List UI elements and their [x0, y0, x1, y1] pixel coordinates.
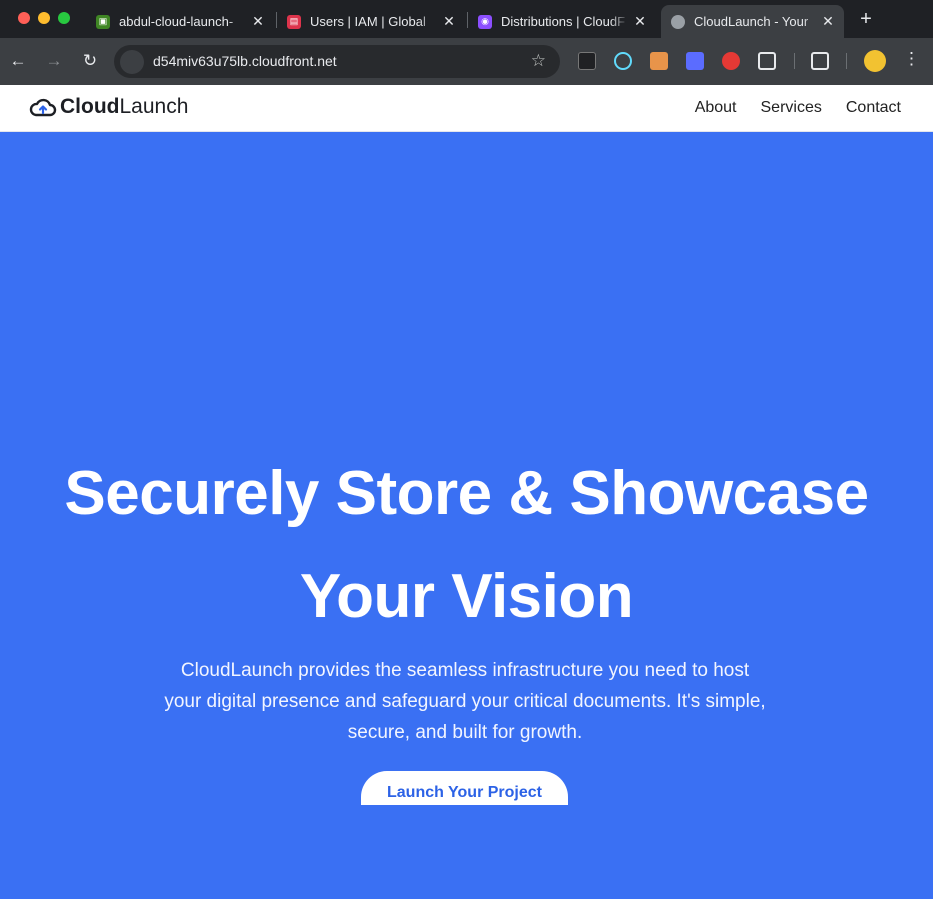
browser-toolbar: ← → ↻ d54miv63u75lb.cloudfront.net ☆ ⋮ — [0, 38, 933, 85]
extension-icon[interactable] — [650, 52, 668, 70]
main-nav: About Services Contact — [695, 99, 901, 117]
tab-search-icon[interactable] — [811, 52, 829, 70]
url-text[interactable]: d54miv63u75lb.cloudfront.net — [153, 53, 337, 69]
hero-title-line-2: Your Vision — [299, 562, 634, 631]
toolbar-separator — [846, 53, 847, 69]
close-tab-icon[interactable]: ✕ — [441, 13, 457, 30]
tab-cloudlaunch[interactable]: CloudLaunch - Your ✕ — [661, 5, 844, 38]
tab-iam[interactable]: ▤ Users | IAM | Global ✕ — [279, 5, 465, 38]
bookmark-star-icon[interactable]: ☆ — [531, 51, 546, 71]
minimize-window-button[interactable] — [38, 12, 50, 24]
hero-section: Securely Store & Showcase Your Vision Cl… — [0, 132, 933, 899]
logo-text-bold: Cloud — [60, 95, 120, 118]
extension-icon[interactable] — [686, 52, 704, 70]
puzzle-extensions-icon[interactable] — [758, 52, 776, 70]
site-settings-icon[interactable] — [120, 50, 144, 74]
tab-title: Distributions | CloudF — [501, 14, 626, 29]
close-tab-icon[interactable]: ✕ — [250, 13, 266, 30]
globe-icon — [671, 14, 685, 29]
browser-titlebar: ▣ abdul-cloud-launch- ✕ ▤ Users | IAM | … — [0, 0, 933, 38]
profile-avatar[interactable] — [864, 50, 886, 72]
tab-title: abdul-cloud-launch- — [119, 14, 234, 29]
tab-title: Users | IAM | Global — [310, 14, 426, 29]
close-tab-icon[interactable]: ✕ — [820, 13, 836, 30]
cloud-upload-icon — [29, 98, 57, 117]
back-icon[interactable]: ← — [7, 50, 29, 72]
launch-project-button[interactable]: Launch Your Project — [361, 771, 568, 805]
nav-link-about[interactable]: About — [695, 99, 737, 117]
close-tab-icon[interactable]: ✕ — [632, 13, 648, 30]
new-tab-button[interactable]: + — [856, 8, 876, 31]
tab-separator — [276, 12, 277, 28]
tab-title: CloudLaunch - Your — [694, 14, 809, 29]
toolbar-separator — [794, 53, 795, 69]
extension-icon[interactable] — [722, 52, 740, 70]
tab-s3[interactable]: ▣ abdul-cloud-launch- ✕ — [88, 5, 274, 38]
site-header: CloudLaunch About Services Contact — [0, 85, 933, 132]
cloudfront-icon: ◉ — [478, 14, 492, 29]
nav-link-contact[interactable]: Contact — [846, 99, 901, 117]
zoom-window-button[interactable] — [58, 12, 70, 24]
forward-icon[interactable]: → — [43, 50, 65, 72]
logo-text-light: Launch — [119, 95, 189, 118]
tab-cloudfront[interactable]: ◉ Distributions | CloudF ✕ — [470, 5, 656, 38]
hero-subtitle: CloudLaunch provides the seamless infras… — [164, 660, 766, 743]
hero-title-line-1: Securely Store & Showcase — [64, 459, 869, 528]
hero-title: Securely Store & Showcase Your Vision — [40, 442, 893, 648]
nav-link-services[interactable]: Services — [761, 99, 822, 117]
address-bar[interactable]: d54miv63u75lb.cloudfront.net ☆ — [114, 45, 560, 78]
tab-separator — [467, 12, 468, 28]
site-logo[interactable]: CloudLaunch — [29, 95, 188, 119]
close-window-button[interactable] — [18, 12, 30, 24]
s3-bucket-icon: ▣ — [96, 14, 110, 29]
iam-icon: ▤ — [287, 14, 301, 29]
function-extension-icon[interactable] — [578, 52, 596, 70]
browser-menu-icon[interactable]: ⋮ — [903, 49, 920, 69]
react-devtools-icon[interactable] — [614, 52, 632, 70]
reload-icon[interactable]: ↻ — [79, 50, 101, 72]
